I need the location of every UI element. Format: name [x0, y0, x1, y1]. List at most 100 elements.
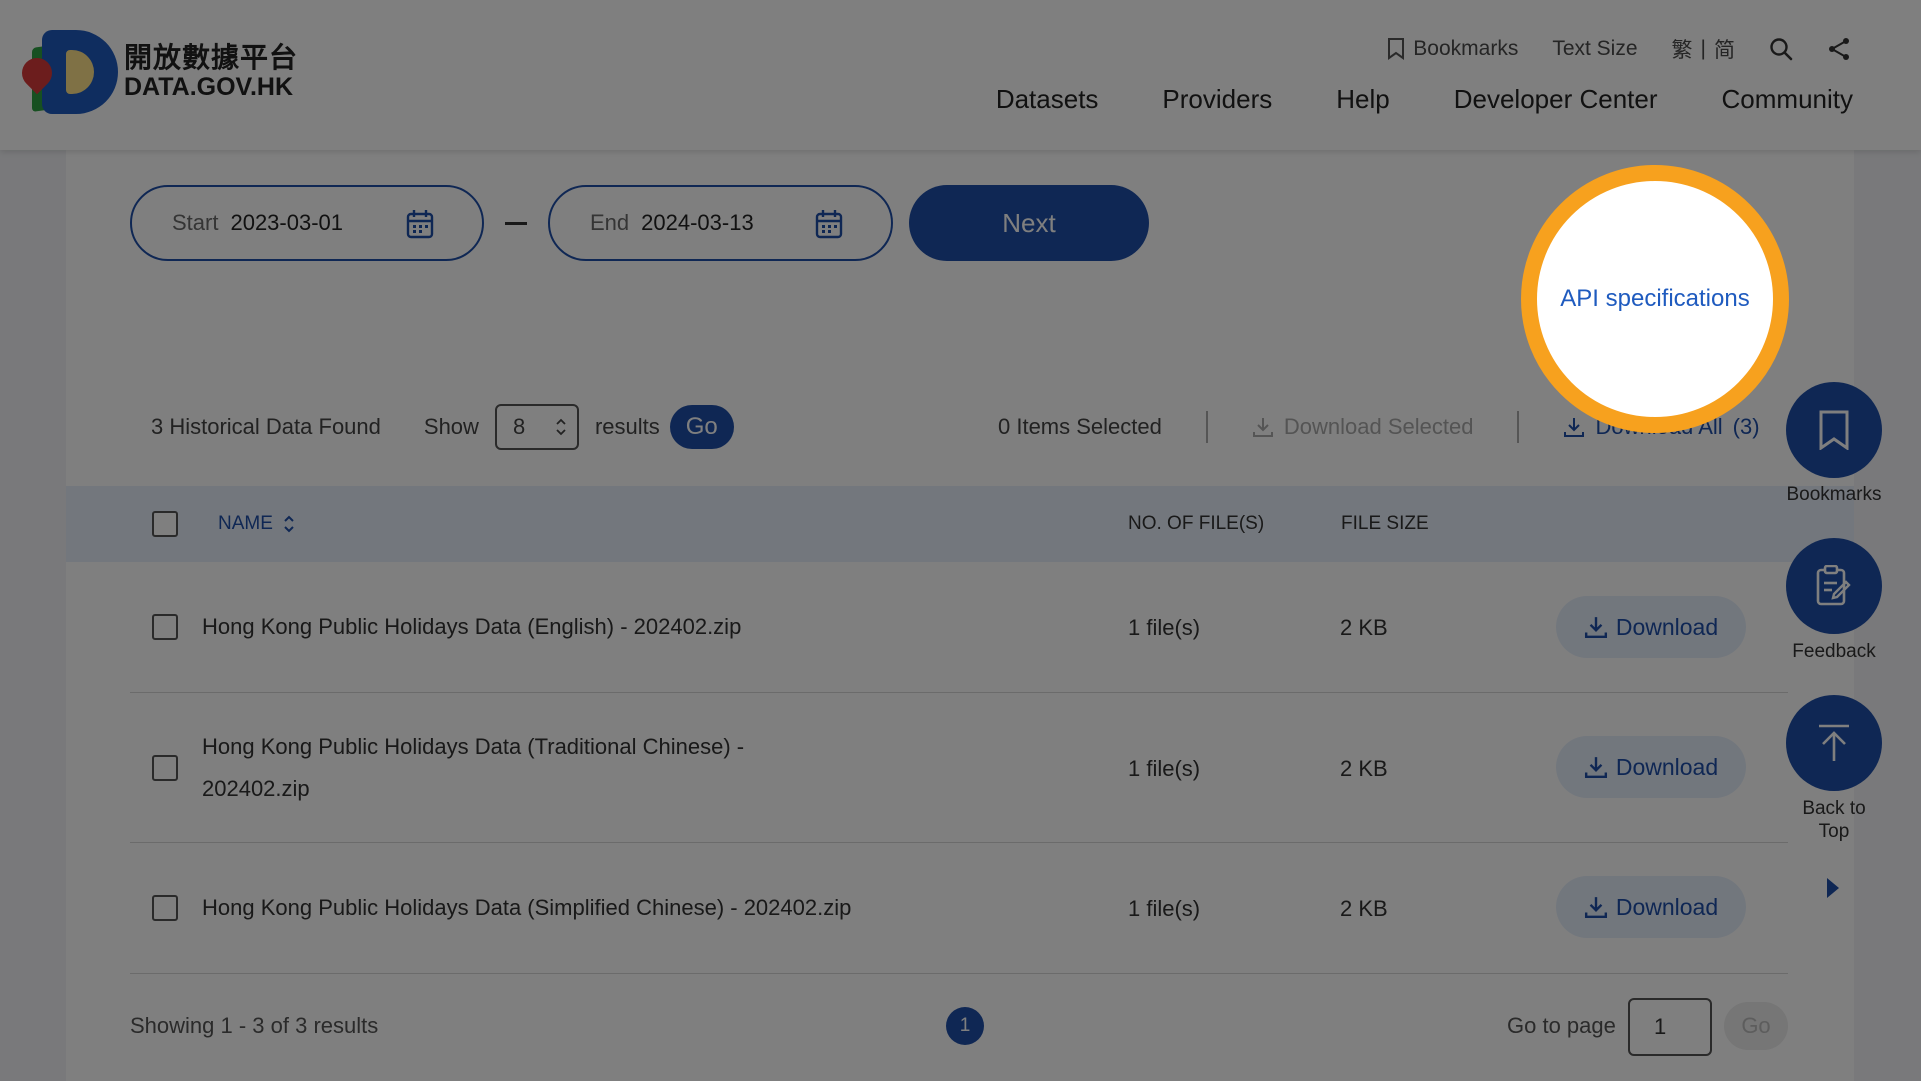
back-to-top-fab-label: Back to Top	[1776, 797, 1892, 843]
download-icon	[1584, 617, 1607, 639]
download-icon	[1584, 757, 1607, 779]
utility-bar: Bookmarks Text Size 繁 | 简	[1387, 34, 1851, 64]
divider	[1205, 411, 1208, 443]
download-button[interactable]: Download	[1556, 876, 1746, 938]
start-date-value: 2023-03-01	[230, 210, 344, 235]
goto-page-go-button[interactable]: Go	[1724, 1002, 1788, 1050]
nav-developer-center[interactable]: Developer Center	[1454, 84, 1658, 115]
file-size: 2 KB	[1340, 896, 1388, 921]
download-icon	[1564, 418, 1585, 437]
calendar-icon[interactable]	[815, 209, 843, 239]
end-date-value: 2024-03-13	[641, 210, 754, 235]
feedback-fab[interactable]	[1786, 538, 1882, 634]
logo-mark-icon	[15, 28, 120, 116]
end-date-field[interactable]: End 2024-03-13	[548, 185, 893, 261]
api-specifications-link[interactable]: API specifications	[1560, 285, 1749, 313]
results-label: results	[594, 414, 660, 439]
name-column-header[interactable]: NAME	[218, 513, 295, 535]
file-name: Hong Kong Public Holidays Data (English)…	[202, 614, 742, 639]
name-header-label: NAME	[218, 513, 273, 534]
text-size-link[interactable]: Text Size	[1552, 37, 1637, 61]
nav-providers[interactable]: Providers	[1162, 84, 1272, 115]
text-size-label: Text Size	[1552, 37, 1638, 60]
next-button[interactable]: Next	[909, 185, 1149, 261]
updown-chevron-icon	[556, 418, 566, 436]
share-icon[interactable]	[1827, 37, 1851, 61]
row-checkbox[interactable]	[152, 755, 178, 781]
results-found-text: 3 Historical Data Found	[151, 414, 381, 439]
end-date-label: End	[590, 210, 630, 235]
table-row: Hong Kong Public Holidays Data (Simplifi…	[130, 843, 1788, 974]
page-1-button[interactable]: 1	[946, 1007, 984, 1045]
file-size: 2 KB	[1340, 756, 1388, 781]
files-column-header: NO. OF FILE(S)	[1128, 513, 1265, 534]
site-header: 開放數據平台 DATA.GOV.HK Bookmarks Text Size 繁…	[0, 0, 1921, 150]
page-size-go-button[interactable]: Go	[669, 405, 734, 449]
bookmark-icon	[1388, 38, 1405, 60]
sort-icon	[284, 515, 294, 533]
date-range-dash	[505, 222, 527, 225]
calendar-icon[interactable]	[406, 209, 434, 239]
download-selected-label: Download Selected	[1283, 414, 1474, 439]
logo-english-text: DATA.GOV.HK	[124, 72, 293, 101]
download-icon	[1252, 418, 1273, 437]
bookmarks-fab-label: Bookmarks	[1786, 484, 1882, 505]
logo-chinese-text: 開放數據平台	[124, 41, 299, 73]
bookmarks-link[interactable]: Bookmarks	[1387, 37, 1518, 61]
back-to-top-line-2: Top	[1818, 821, 1850, 842]
bookmarks-fab[interactable]	[1786, 382, 1882, 478]
nav-help[interactable]: Help	[1336, 84, 1389, 115]
back-to-top-fab[interactable]	[1786, 695, 1882, 791]
row-checkbox[interactable]	[152, 614, 178, 640]
bookmark-icon	[1819, 410, 1849, 450]
goto-page-label: Go to page	[1507, 1013, 1616, 1038]
results-summary: 3 Historical Data Found Show 8 results G…	[151, 404, 734, 450]
nav-datasets[interactable]: Datasets	[996, 84, 1099, 115]
download-all-count: (3)	[1732, 414, 1760, 439]
file-count: 1 file(s)	[1128, 615, 1201, 640]
start-date-field[interactable]: Start 2023-03-01	[130, 185, 484, 261]
lang-traditional[interactable]: 繁	[1672, 34, 1693, 64]
size-column-header: FILE SIZE	[1341, 513, 1429, 534]
start-date-label: Start	[172, 210, 219, 235]
download-selected-button[interactable]: Download Selected	[1252, 414, 1474, 440]
divider	[1517, 411, 1520, 443]
collapse-arrow-icon[interactable]	[1825, 876, 1841, 900]
show-label: Show	[423, 414, 479, 439]
language-switch: 繁 | 简	[1672, 34, 1735, 64]
file-name: Hong Kong Public Holidays Data (Traditio…	[202, 726, 744, 810]
page-size-value: 8	[512, 414, 526, 439]
file-name: Hong Kong Public Holidays Data (Simplifi…	[202, 895, 852, 920]
select-all-checkbox[interactable]	[152, 511, 178, 537]
table-row: Hong Kong Public Holidays Data (Traditio…	[130, 693, 1788, 843]
file-size: 2 KB	[1340, 615, 1388, 640]
download-button[interactable]: Download	[1556, 596, 1746, 658]
file-count: 1 file(s)	[1128, 896, 1201, 921]
site-logo[interactable]: 開放數據平台 DATA.GOV.HK	[15, 28, 299, 116]
search-icon[interactable]	[1769, 37, 1793, 61]
file-name-line-2: 202402.zip	[202, 776, 310, 801]
download-label: Download	[1615, 753, 1719, 780]
feedback-clipboard-icon	[1816, 565, 1851, 606]
goto-page-input[interactable]: 1	[1628, 998, 1712, 1056]
download-label: Download	[1615, 893, 1719, 920]
lang-simplified[interactable]: 简	[1714, 34, 1735, 64]
items-selected-text: 0 Items Selected	[998, 414, 1162, 439]
spotlight-highlight: API specifications	[1521, 165, 1789, 433]
table-row: Hong Kong Public Holidays Data (English)…	[130, 562, 1788, 693]
file-count: 1 file(s)	[1128, 756, 1201, 781]
row-checkbox[interactable]	[152, 895, 178, 921]
main-nav: Datasets Providers Help Developer Center…	[996, 84, 1853, 115]
download-button[interactable]: Download	[1556, 736, 1746, 798]
showing-results-text: Showing 1 - 3 of 3 results	[130, 1013, 379, 1038]
file-name-line-1: Hong Kong Public Holidays Data (Traditio…	[202, 734, 745, 759]
download-label: Download	[1615, 613, 1719, 640]
back-to-top-line-1: Back to	[1802, 798, 1866, 819]
page-size-select[interactable]: 8	[494, 404, 579, 450]
download-icon	[1584, 897, 1607, 919]
lang-separator: |	[1700, 37, 1706, 60]
table-header: NAME NO. OF FILE(S) FILE SIZE	[66, 486, 1854, 562]
bookmarks-label: Bookmarks	[1413, 37, 1519, 60]
feedback-fab-label: Feedback	[1792, 641, 1876, 662]
nav-community[interactable]: Community	[1722, 84, 1853, 115]
